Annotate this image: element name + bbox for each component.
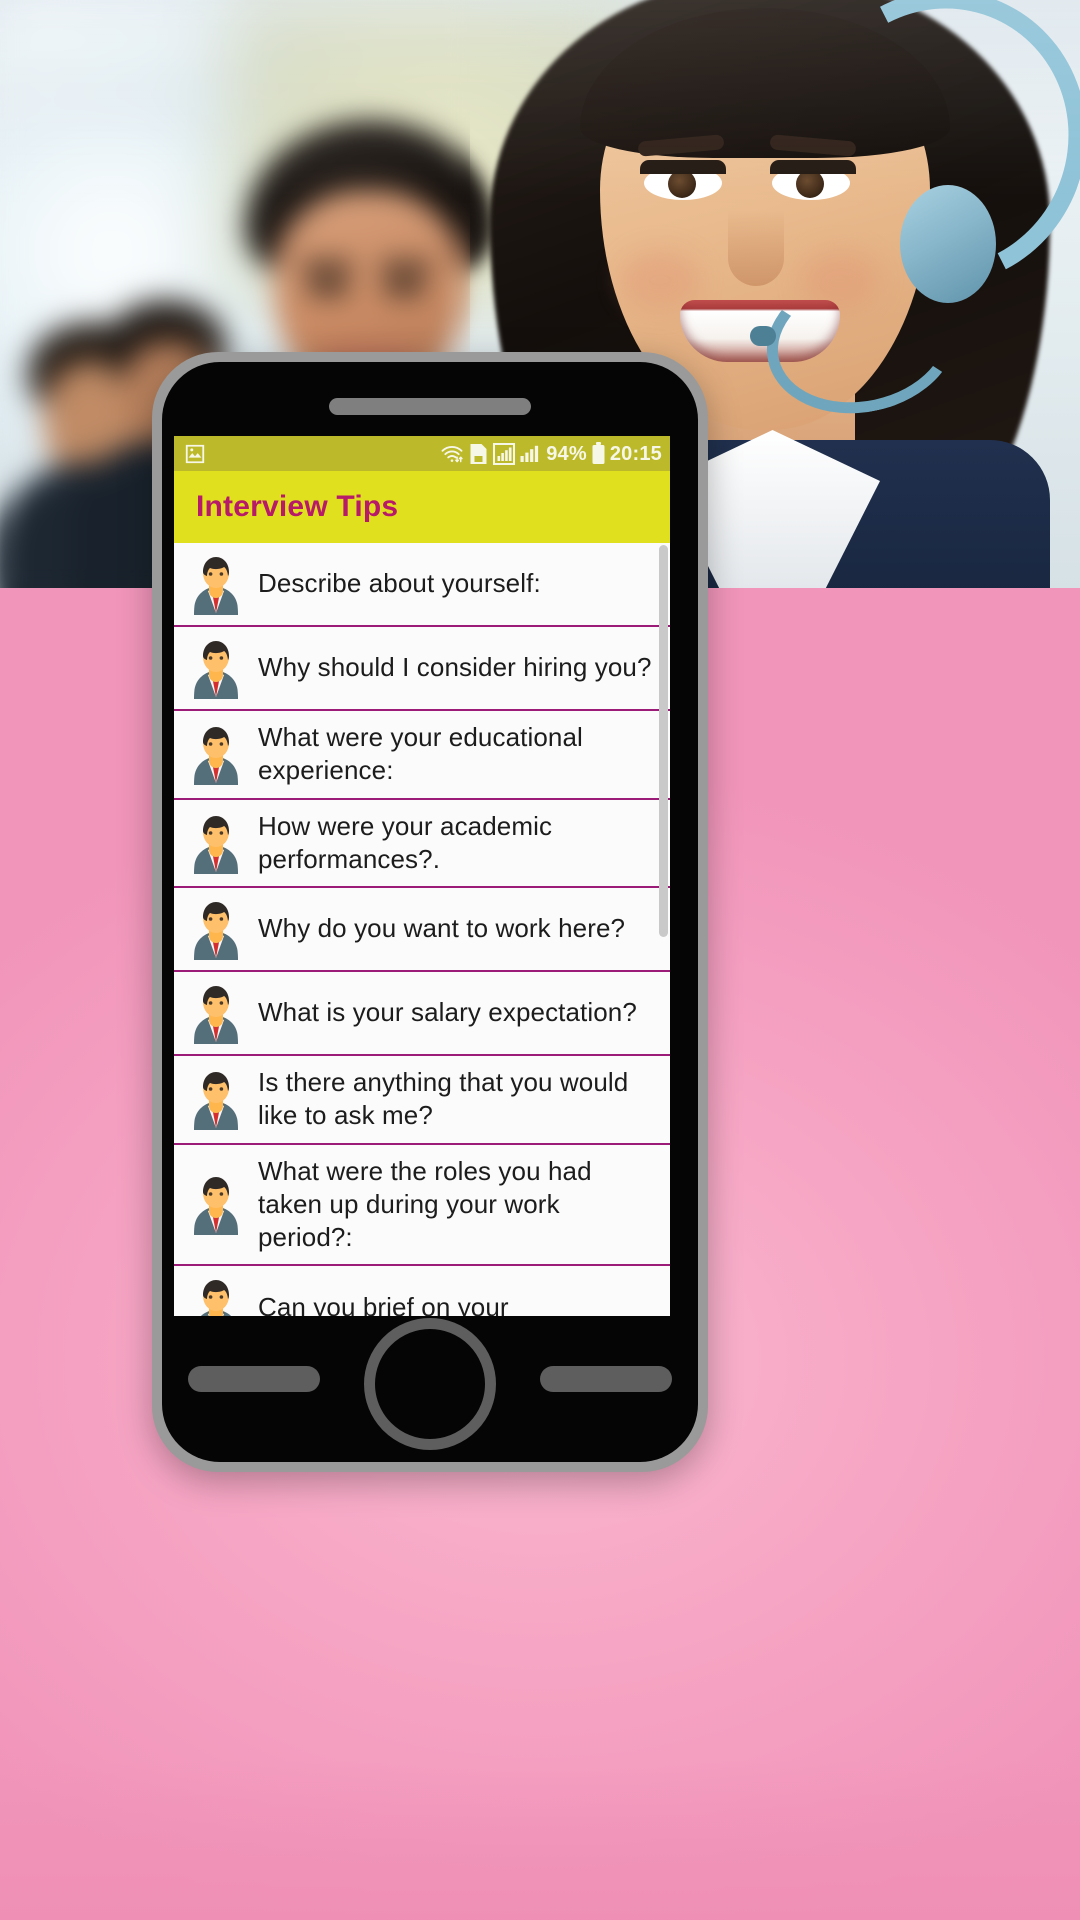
businessman-avatar-icon: [188, 723, 244, 786]
list-item-label: Can you brief on your: [258, 1291, 509, 1316]
clock-label: 20:15: [609, 442, 662, 465]
page-title: Interview Tips: [196, 490, 399, 523]
soft-key-right[interactable]: [540, 1366, 672, 1392]
list-item-label: What were your educational experience:: [258, 722, 583, 786]
list-item-label: What is your salary expectation?: [258, 997, 637, 1028]
list-item-label: How were your academic performances?.: [258, 810, 553, 874]
battery-icon: [592, 442, 605, 465]
image-icon: [184, 443, 206, 465]
list-item[interactable]: Why should I consider hiring you?: [174, 627, 670, 711]
list-item[interactable]: Why do you want to work here?: [174, 888, 670, 973]
businessman-avatar-icon: [188, 1276, 244, 1316]
phone-screen: 94% 20:15 Interview Tips Describe about …: [174, 436, 670, 1316]
businessman-avatar-icon: [188, 1173, 244, 1236]
soft-key-left[interactable]: [188, 1366, 320, 1392]
businessman-avatar-icon: [188, 898, 244, 961]
list-item-label: Why should I consider hiring you?: [258, 652, 652, 683]
list-item-label: Describe about yourself:: [258, 568, 541, 599]
businessman-avatar-icon: [188, 553, 244, 615]
list-item[interactable]: What were the roles you had taken up dur…: [174, 1144, 670, 1267]
list-item[interactable]: What were your educational experience:: [174, 711, 670, 800]
businessman-avatar-icon: [188, 982, 244, 1045]
list-item[interactable]: What is your salary expectation?: [174, 972, 670, 1057]
list-item-label: Is there anything that you would like to…: [258, 1067, 629, 1131]
questions-list[interactable]: Describe about yourself: Why should I co…: [174, 543, 670, 1316]
businessman-avatar-icon: [188, 1068, 244, 1131]
list-item[interactable]: How were your academic performances?.: [174, 799, 670, 889]
list-item-label: What were the roles you had taken up dur…: [258, 1155, 592, 1253]
businessman-avatar-icon: [188, 812, 244, 874]
status-bar: 94% 20:15: [174, 436, 670, 471]
signal-bars-icon: [520, 443, 541, 465]
sim-card-icon: [469, 443, 488, 465]
wifi-transfer-icon: [440, 444, 464, 464]
list-item[interactable]: Describe about yourself:: [174, 543, 670, 627]
list-item[interactable]: Is there anything that you would like to…: [174, 1056, 670, 1145]
list-item-label: Why do you want to work here?: [258, 913, 626, 944]
signal-bars-boxed-icon: [493, 442, 516, 465]
list-item[interactable]: Can you brief on your: [174, 1266, 670, 1316]
speaker-grill: [329, 398, 531, 415]
app-bar: Interview Tips: [174, 471, 670, 543]
home-button[interactable]: [364, 1318, 496, 1450]
businessman-avatar-icon: [188, 637, 244, 699]
vertical-scrollbar[interactable]: [659, 545, 668, 937]
battery-percent-label: 94%: [546, 442, 587, 465]
phone-mockup: 94% 20:15 Interview Tips Describe about …: [152, 352, 708, 1472]
